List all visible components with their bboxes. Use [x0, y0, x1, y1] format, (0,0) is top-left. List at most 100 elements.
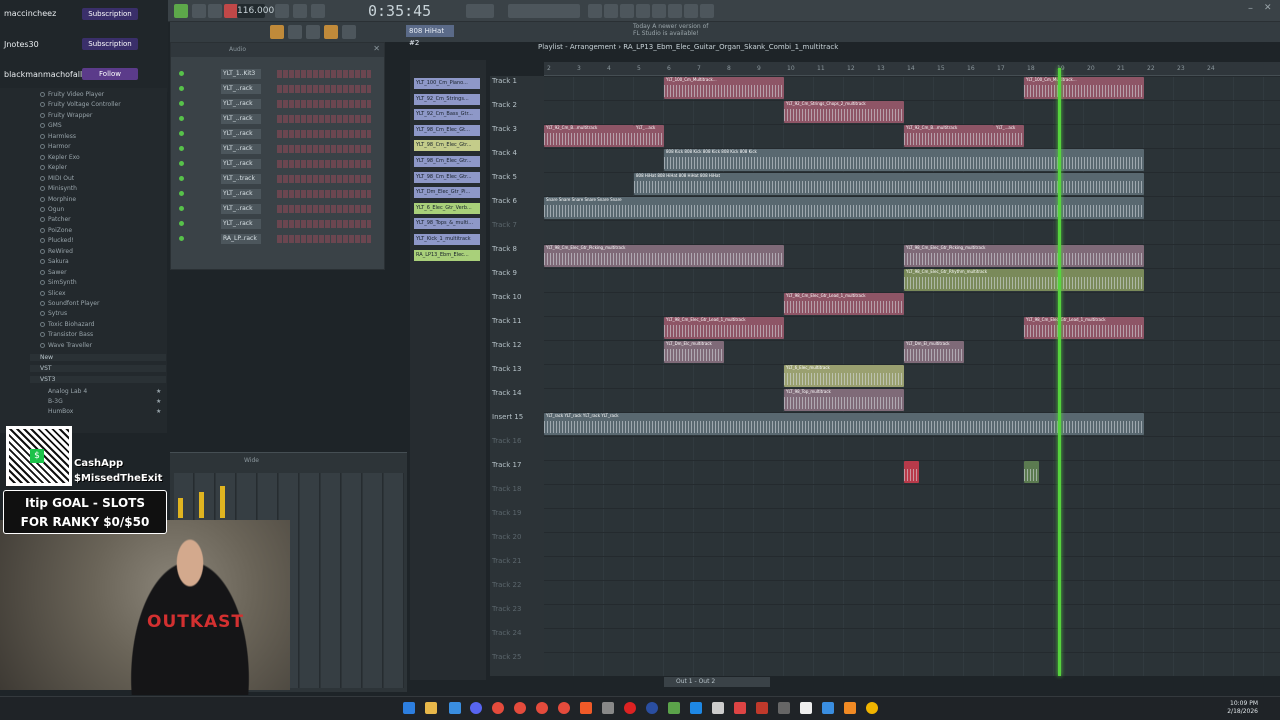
track-label[interactable]: Track 19 — [492, 509, 521, 517]
channel-row[interactable]: YLT_..rack — [171, 157, 384, 171]
audio-output-selector[interactable]: Out 1 - Out 2 — [664, 677, 770, 687]
app-icon[interactable] — [822, 702, 834, 714]
plugin-item[interactable]: Sytrus — [48, 310, 67, 317]
pattern-item[interactable]: YLT_98_Cm_Elec_Gt... — [414, 124, 480, 136]
plugin-item[interactable]: Sakura — [48, 258, 69, 265]
channel-led-icon[interactable] — [179, 191, 184, 196]
start-icon[interactable] — [403, 702, 415, 714]
audio-clip[interactable] — [1024, 461, 1039, 483]
file-explorer-icon[interactable] — [425, 702, 437, 714]
plugin-item[interactable]: Analog Lab 4 — [48, 388, 87, 395]
channel-name-button[interactable]: YLT_..track — [221, 174, 261, 184]
app-icon[interactable] — [778, 702, 790, 714]
mixer-strip[interactable] — [321, 473, 341, 688]
plugin-item[interactable]: Ogun — [48, 206, 64, 213]
audio-clip[interactable]: YLT_98_Cm_Elec_Gtr_Picking_multitrack — [544, 245, 784, 267]
channel-led-icon[interactable] — [179, 86, 184, 91]
browser-folder[interactable]: VST — [30, 365, 166, 372]
channel-name-button[interactable]: YLT_..rack — [221, 144, 261, 154]
step-sequencer[interactable] — [277, 175, 371, 183]
channel-row[interactable]: YLT_..rack — [171, 187, 384, 201]
plugin-item[interactable]: ReWired — [48, 248, 73, 255]
pattern-item[interactable]: RA_LP13_Ebm_Elec... — [414, 249, 480, 261]
audio-clip[interactable]: YLT_98_Top_multitrack — [784, 389, 904, 411]
channel-row[interactable]: YLT_..rack — [171, 142, 384, 156]
favorite-star-icon[interactable]: ★ — [156, 398, 161, 405]
plugin-item[interactable]: Kepler Exo — [48, 154, 80, 161]
track-label[interactable]: Track 22 — [492, 581, 521, 589]
audio-clip[interactable]: YLT_...ack — [994, 125, 1024, 147]
audio-clip[interactable]: YLT_98_Cm_Elec_Gtr_Lead_1_multitrack — [1024, 317, 1144, 339]
track-label[interactable]: Track 17 — [492, 461, 521, 469]
help-icon[interactable] — [684, 4, 698, 18]
plugin-item[interactable]: Soundfont Player — [48, 300, 99, 307]
channel-name-button[interactable]: YLT_..rack — [221, 204, 261, 214]
timeline-ruler[interactable]: 23456789101112131415161718192021222324 — [544, 62, 1280, 76]
channel-led-icon[interactable] — [179, 236, 184, 241]
plugin-item[interactable]: Patcher — [48, 216, 71, 223]
discord-icon[interactable] — [470, 702, 482, 714]
favorite-star-icon[interactable]: ★ — [156, 408, 161, 415]
pattern-item[interactable]: YLT_92_Cm_Bass_Gtr... — [414, 109, 480, 121]
channel-row[interactable]: YLT_..rack — [171, 112, 384, 126]
plugin-item[interactable]: Transistor Bass — [48, 331, 93, 338]
step-sequencer[interactable] — [277, 85, 371, 93]
audio-clip[interactable]: YLT_98_Cm_Elec_Gtr_Lead_1_multitrack — [664, 317, 784, 339]
minimize-icon[interactable]: – — [1248, 3, 1262, 17]
mixer-strip[interactable] — [342, 473, 362, 688]
metronome-icon[interactable] — [275, 4, 289, 18]
audio-clip[interactable]: YLT_98_Cm_Elec_Gtr_Picking_multitrack — [904, 245, 1144, 267]
track-label[interactable]: Track 8 — [492, 245, 517, 253]
pattern-item[interactable]: YLT_98_Cm_Elec_Gtr... — [414, 171, 480, 183]
channel-row[interactable]: YLT_..rack — [171, 202, 384, 216]
draw-tool-icon[interactable] — [306, 25, 320, 39]
channel-row[interactable]: YLT_..rack — [171, 82, 384, 96]
plugin-item[interactable]: Harmor — [48, 143, 71, 150]
channel-name-button[interactable]: YLT_..rack — [221, 219, 261, 229]
channel-row[interactable]: YLT_..rack — [171, 127, 384, 141]
channel-row[interactable]: YLT_1..Kit3 — [171, 67, 384, 81]
track-label[interactable]: Track 4 — [492, 149, 517, 157]
track-label[interactable]: Track 23 — [492, 605, 521, 613]
step-sequencer[interactable] — [277, 130, 371, 138]
channel-name-button[interactable]: YLT_..rack — [221, 99, 261, 109]
track-label[interactable]: Insert 15 — [492, 413, 523, 421]
pattern-selector[interactable]: 808 HiHat #2 — [406, 25, 454, 47]
browser-icon[interactable] — [668, 4, 682, 18]
channel-name-button[interactable]: YLT_..rack — [221, 189, 261, 199]
close-icon[interactable]: ✕ — [1264, 3, 1278, 17]
plugin-item[interactable]: Fruity Wrapper — [48, 112, 92, 119]
app-icon[interactable] — [602, 702, 614, 714]
record-button[interactable] — [224, 4, 238, 18]
step-sequencer[interactable] — [277, 115, 371, 123]
channel-name-button[interactable]: RA_LP..rack — [221, 234, 261, 244]
track-label[interactable]: Track 25 — [492, 653, 521, 661]
update-news[interactable]: Today A newer version of FL Studio is av… — [633, 23, 708, 37]
step-sequencer[interactable] — [277, 220, 371, 228]
app-icon[interactable] — [449, 702, 461, 714]
audio-clip[interactable]: 808 HiHat 808 HiHat 808 HiHat 808 HiHat — [634, 173, 1144, 195]
wait-icon[interactable] — [293, 4, 307, 18]
plugin-item[interactable]: MIDI Out — [48, 175, 74, 182]
track-label[interactable]: Track 11 — [492, 317, 521, 325]
audio-clip[interactable]: 808 Kick 808 Kick 808 Kick 808 Kick 808 … — [664, 149, 1144, 171]
track-label[interactable]: Track 9 — [492, 269, 517, 277]
track-label[interactable]: Track 14 — [492, 389, 521, 397]
channel-row[interactable]: YLT_..rack — [171, 97, 384, 111]
stop-button[interactable] — [208, 4, 222, 18]
pattern-item[interactable]: YLT_98_Cm_Elec_Gtr... — [414, 140, 480, 152]
plugin-item[interactable]: HumBox — [48, 408, 73, 415]
plugin-item[interactable]: Slicex — [48, 290, 66, 297]
pattern-item[interactable]: YLT_Kick_1_multitrack — [414, 234, 480, 245]
settings-icon[interactable] — [700, 4, 714, 18]
channel-led-icon[interactable] — [179, 221, 184, 226]
audio-clip[interactable] — [904, 461, 919, 483]
track-label[interactable]: Track 18 — [492, 485, 521, 493]
app-icon[interactable] — [734, 702, 746, 714]
chrome-icon[interactable] — [492, 702, 504, 714]
pattern-item[interactable]: YLT_98_Cm_Elec_Gtr... — [414, 156, 480, 167]
mixer-icon[interactable] — [636, 4, 650, 18]
snap-icon[interactable] — [270, 25, 284, 39]
audio-clip[interactable]: YLT_rack YLT_rack YLT_rack YLT_rack — [544, 413, 1144, 435]
fl-studio-icon[interactable] — [844, 702, 856, 714]
